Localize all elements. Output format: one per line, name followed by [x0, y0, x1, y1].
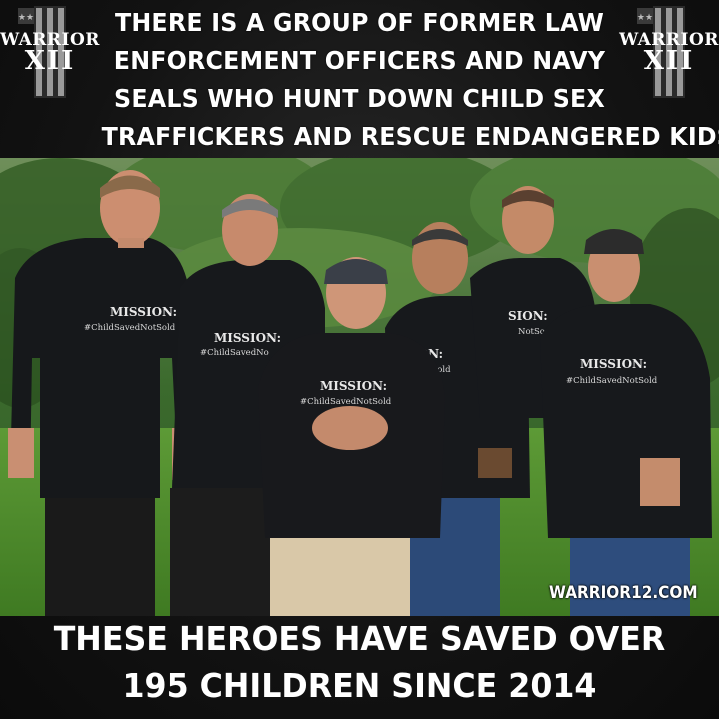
shirt-hashtag: #ChildSavedNotSold: [566, 376, 658, 386]
shirt-title: MISSION:: [580, 357, 647, 371]
headline-line: ENFORCEMENT OFFICERS AND NAVY: [113, 46, 606, 75]
shirt-hashtag: #ChildSavedNotSold: [300, 397, 392, 407]
shirt-title: MISSION:: [320, 379, 387, 393]
shirt-title-partial: SION:: [508, 309, 548, 323]
shirt-hashtag: #ChildSavedNotSold: [84, 323, 176, 333]
photo-scene: MISSION: #ChildSavedNotSold MISSION: #Ch…: [0, 158, 719, 616]
svg-text:★★: ★★: [637, 13, 653, 23]
shirt-title: MISSION:: [214, 331, 281, 345]
warrior-logo-left: ★★ WARRIOR XII: [0, 4, 100, 100]
caption-line: 195 CHILDREN SINCE 2014: [122, 666, 597, 705]
logo-numeral: XII: [24, 46, 76, 76]
caption-line: THESE HEROES HAVE SAVED OVER: [53, 619, 666, 658]
website-watermark: WARRIOR12.COM: [549, 583, 698, 603]
caption: THESE HEROES HAVE SAVED OVER 195 CHILDRE…: [14, 615, 704, 709]
headline: THERE IS A GROUP OF FORMER LAW ENFORCEME…: [101, 4, 719, 156]
shirt-title: MISSION:: [110, 305, 177, 319]
shirt-hashtag-partial: NotSo: [518, 327, 545, 337]
warrior-logo-right: ★★ WARRIOR XII: [619, 4, 719, 100]
meme-image: ★★ WARRIOR XII ★★ WARRIOR XII THERE IS A…: [0, 0, 719, 719]
headline-line: SEALS WHO HUNT DOWN CHILD SEX: [114, 84, 605, 113]
group-photo: MISSION: #ChildSavedNotSold MISSION: #Ch…: [0, 158, 719, 616]
headline-line: THERE IS A GROUP OF FORMER LAW: [114, 8, 605, 37]
headline-line: TRAFFICKERS AND RESCUE ENDANGERED KIDS: [101, 122, 719, 151]
svg-text:★★: ★★: [18, 13, 34, 23]
logo-numeral: XII: [643, 46, 695, 76]
shirt-hashtag: #ChildSavedNo: [200, 348, 269, 358]
